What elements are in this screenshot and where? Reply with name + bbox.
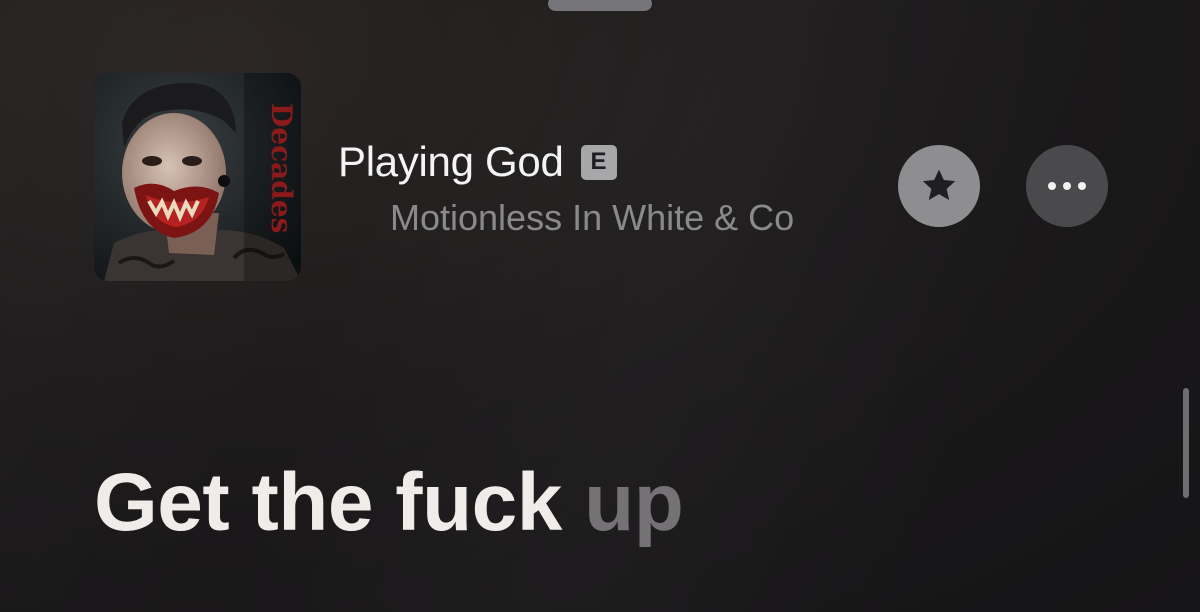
album-artwork[interactable]: Decades: [94, 73, 301, 281]
artwork-image: Decades: [94, 73, 301, 281]
lyric-upcoming-text: up: [584, 457, 684, 548]
sheet-grabber[interactable]: [548, 0, 652, 11]
ellipsis-icon: [1048, 182, 1086, 190]
track-artist: Motionless In White & Co: [390, 197, 795, 238]
star-icon: [922, 169, 956, 200]
explicit-badge: E: [580, 144, 617, 180]
artist-marquee[interactable]: Motionless In White & Co: [390, 194, 886, 242]
more-options-button[interactable]: [1026, 145, 1108, 227]
favorite-button[interactable]: [898, 145, 980, 227]
current-lyric-line[interactable]: Get the fuck up: [94, 456, 684, 550]
lyrics-scrollbar[interactable]: [1183, 388, 1189, 498]
track-title: Playing God: [338, 138, 564, 185]
svg-text:Decades: Decades: [265, 103, 298, 233]
lyric-sung-text: Get the fuck: [94, 457, 585, 548]
track-title-row[interactable]: Playing God E: [338, 138, 617, 186]
